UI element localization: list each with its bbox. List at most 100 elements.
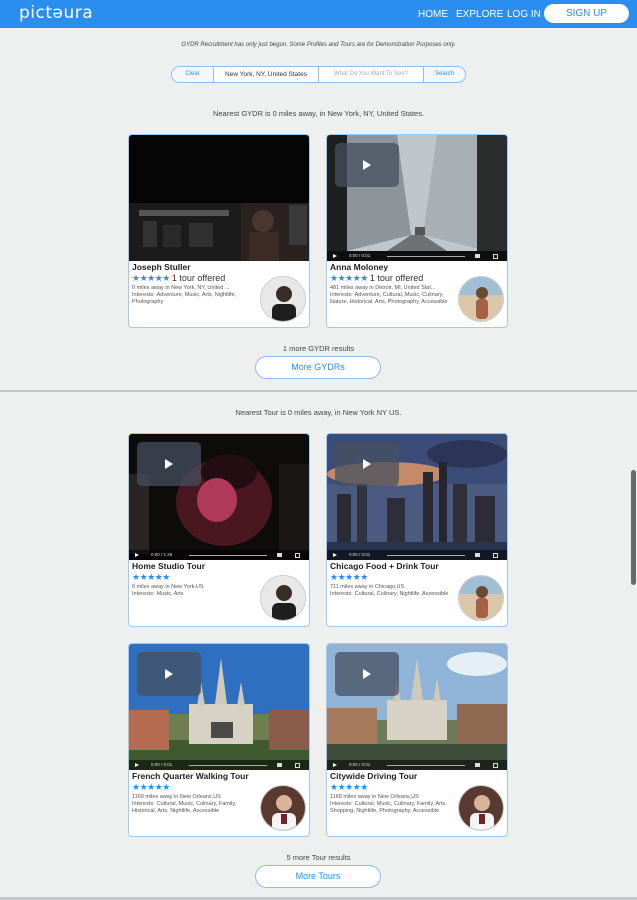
tours-offered: 1 tour offered: [369, 273, 424, 283]
fullscreen-icon[interactable]: [493, 253, 498, 259]
fullscreen-icon[interactable]: [493, 762, 498, 768]
volume-icon[interactable]: [277, 763, 282, 767]
tours-offered: 1 tour offered: [171, 273, 226, 283]
gydr-more-count: 1 more GYDR results: [282, 344, 355, 353]
more-tours-button[interactable]: More Tours: [255, 865, 381, 888]
tour-name[interactable]: Citywide Driving Tour: [330, 771, 417, 781]
play-small-icon[interactable]: [333, 763, 337, 767]
video-time: 0:00 / 0:01: [349, 761, 371, 767]
gydr-card[interactable]: 0:00 / 0:01 Anna Moloney ★★★★★ 1 tour of…: [326, 134, 508, 328]
video-time: 0:00 / 0:01: [349, 551, 371, 557]
nav-explore-link[interactable]: EXPLORE: [456, 9, 503, 20]
video-progress-bar[interactable]: [387, 764, 465, 766]
play-icon: [165, 669, 173, 679]
interests-label: Interests:: [330, 591, 353, 597]
tour-more-count: 5 more Tour results: [286, 853, 351, 862]
interests-label: Interests:: [132, 292, 155, 298]
search-bar: Clear New York, NY, United States What D…: [171, 66, 466, 83]
distance-text: 1169 miles away in New Orleans,US: [330, 794, 419, 800]
tour-card[interactable]: 0:00 / 0:01 Chicago Food + Drink Tour ★★…: [326, 433, 508, 627]
play-small-icon[interactable]: [333, 254, 337, 258]
tour-name[interactable]: French Quarter Walking Tour: [132, 771, 249, 781]
rating-stars: ★★★★★ 1 tour offered: [330, 273, 423, 283]
video-controls[interactable]: 0:00 / 0:01: [129, 760, 309, 770]
play-small-icon[interactable]: [333, 553, 337, 557]
video-controls[interactable]: 0:00 / 0:01: [327, 550, 507, 560]
tour-card[interactable]: 0:00 / 0:01 French Quarter Walking Tour …: [128, 643, 310, 837]
video-time: 0:00 / 0:01: [349, 252, 371, 258]
tour-card[interactable]: 0:00 / 1:28 Home Studio Tour ★★★★★ 0 mil…: [128, 433, 310, 627]
video-play-overlay[interactable]: [335, 652, 399, 696]
fullscreen-icon[interactable]: [295, 552, 300, 558]
video-progress-bar[interactable]: [387, 255, 465, 257]
video-controls[interactable]: 0:00 / 0:01: [327, 251, 507, 261]
video-play-overlay[interactable]: [335, 143, 399, 187]
star-icons: ★★★★★: [330, 782, 368, 792]
tour-name[interactable]: Chicago Food + Drink Tour: [330, 561, 439, 571]
more-gydrs-button[interactable]: More GYDRs: [255, 356, 381, 379]
interests-label: Interests:: [330, 292, 353, 298]
interests-text: Interests: Cultural, Music, Culinary, Fam…: [132, 801, 257, 814]
fullscreen-icon[interactable]: [295, 762, 300, 768]
nearest-gydr-text: Nearest GYDR is 0 miles away, in New Yor…: [212, 109, 425, 118]
tour-video[interactable]: 0:00 / 1:28: [129, 434, 309, 560]
play-icon: [165, 459, 173, 469]
avatar[interactable]: [458, 785, 504, 831]
star-icons: ★★★★★: [132, 782, 170, 792]
demo-notice: GYDR Recruitment has only just begun. So…: [181, 42, 456, 48]
video-controls[interactable]: 0:00 / 1:28: [129, 550, 309, 560]
signup-button[interactable]: SIGN UP: [544, 4, 629, 23]
play-icon: [363, 459, 371, 469]
video-progress-bar[interactable]: [189, 554, 267, 556]
tour-video[interactable]: 0:00 / 0:01: [129, 644, 309, 770]
video-play-overlay[interactable]: [335, 442, 399, 486]
video-play-overlay[interactable]: [137, 652, 201, 696]
avatar[interactable]: [458, 276, 504, 322]
volume-icon[interactable]: [277, 553, 282, 557]
play-small-icon[interactable]: [135, 553, 139, 557]
tour-name[interactable]: Home Studio Tour: [132, 561, 205, 571]
tour-video[interactable]: 0:00 / 0:01: [327, 644, 507, 770]
interests-list: Cultural, Culinary, Nightlife, Accessibl…: [354, 591, 449, 597]
what-input[interactable]: What Do You Want To See?: [319, 67, 424, 82]
gydr-video[interactable]: [129, 135, 309, 261]
scrollbar[interactable]: [631, 470, 636, 585]
video-controls[interactable]: 0:00 / 0:01: [327, 760, 507, 770]
play-icon: [363, 160, 371, 170]
volume-icon[interactable]: [475, 553, 480, 557]
distance-text: 711 miles away in Chicago,US: [330, 584, 405, 590]
clear-button[interactable]: Clear: [172, 67, 214, 82]
tour-card[interactable]: 0:00 / 0:01 Citywide Driving Tour ★★★★★ …: [326, 643, 508, 837]
tour-video[interactable]: 0:00 / 0:01: [327, 434, 507, 560]
gydr-card[interactable]: Joseph Stuller ★★★★★ 1 tour offered 0 mi…: [128, 134, 310, 328]
avatar[interactable]: [260, 785, 306, 831]
video-progress-bar[interactable]: [189, 764, 267, 766]
top-navbar: pictəura HOME EXPLORE LOG IN SIGN UP: [0, 0, 637, 28]
interests-text: Interests: Cultural, Culinary, Nightlife,…: [330, 591, 455, 598]
star-icons: ★★★★★: [132, 273, 170, 283]
avatar[interactable]: [260, 575, 306, 621]
search-button[interactable]: Search: [424, 67, 465, 82]
fullscreen-icon[interactable]: [493, 552, 498, 558]
site-logo[interactable]: pictəura: [19, 3, 93, 23]
play-small-icon[interactable]: [135, 763, 139, 767]
video-play-overlay[interactable]: [137, 442, 201, 486]
star-icons: ★★★★★: [330, 572, 368, 582]
video-time: 0:00 / 1:28: [151, 551, 173, 557]
section-divider: [0, 390, 637, 392]
video-progress-bar[interactable]: [387, 554, 465, 556]
star-icons: ★★★★★: [330, 273, 368, 283]
volume-icon[interactable]: [475, 763, 480, 767]
avatar[interactable]: [458, 575, 504, 621]
location-input[interactable]: New York, NY, United States: [214, 67, 319, 82]
volume-icon[interactable]: [475, 254, 480, 258]
interests-text: Interests: Cultural, Music, Culinary, Fam…: [330, 801, 455, 814]
distance-text: 0 miles away in New York,US: [132, 584, 204, 590]
avatar[interactable]: [260, 276, 306, 322]
gydr-name[interactable]: Joseph Stuller: [132, 262, 191, 272]
gydr-name[interactable]: Anna Moloney: [330, 262, 388, 272]
interests-list: Music, Arts: [156, 591, 184, 597]
nav-home-link[interactable]: HOME: [418, 9, 448, 20]
nav-login-link[interactable]: LOG IN: [507, 9, 541, 20]
gydr-video[interactable]: 0:00 / 0:01: [327, 135, 507, 261]
